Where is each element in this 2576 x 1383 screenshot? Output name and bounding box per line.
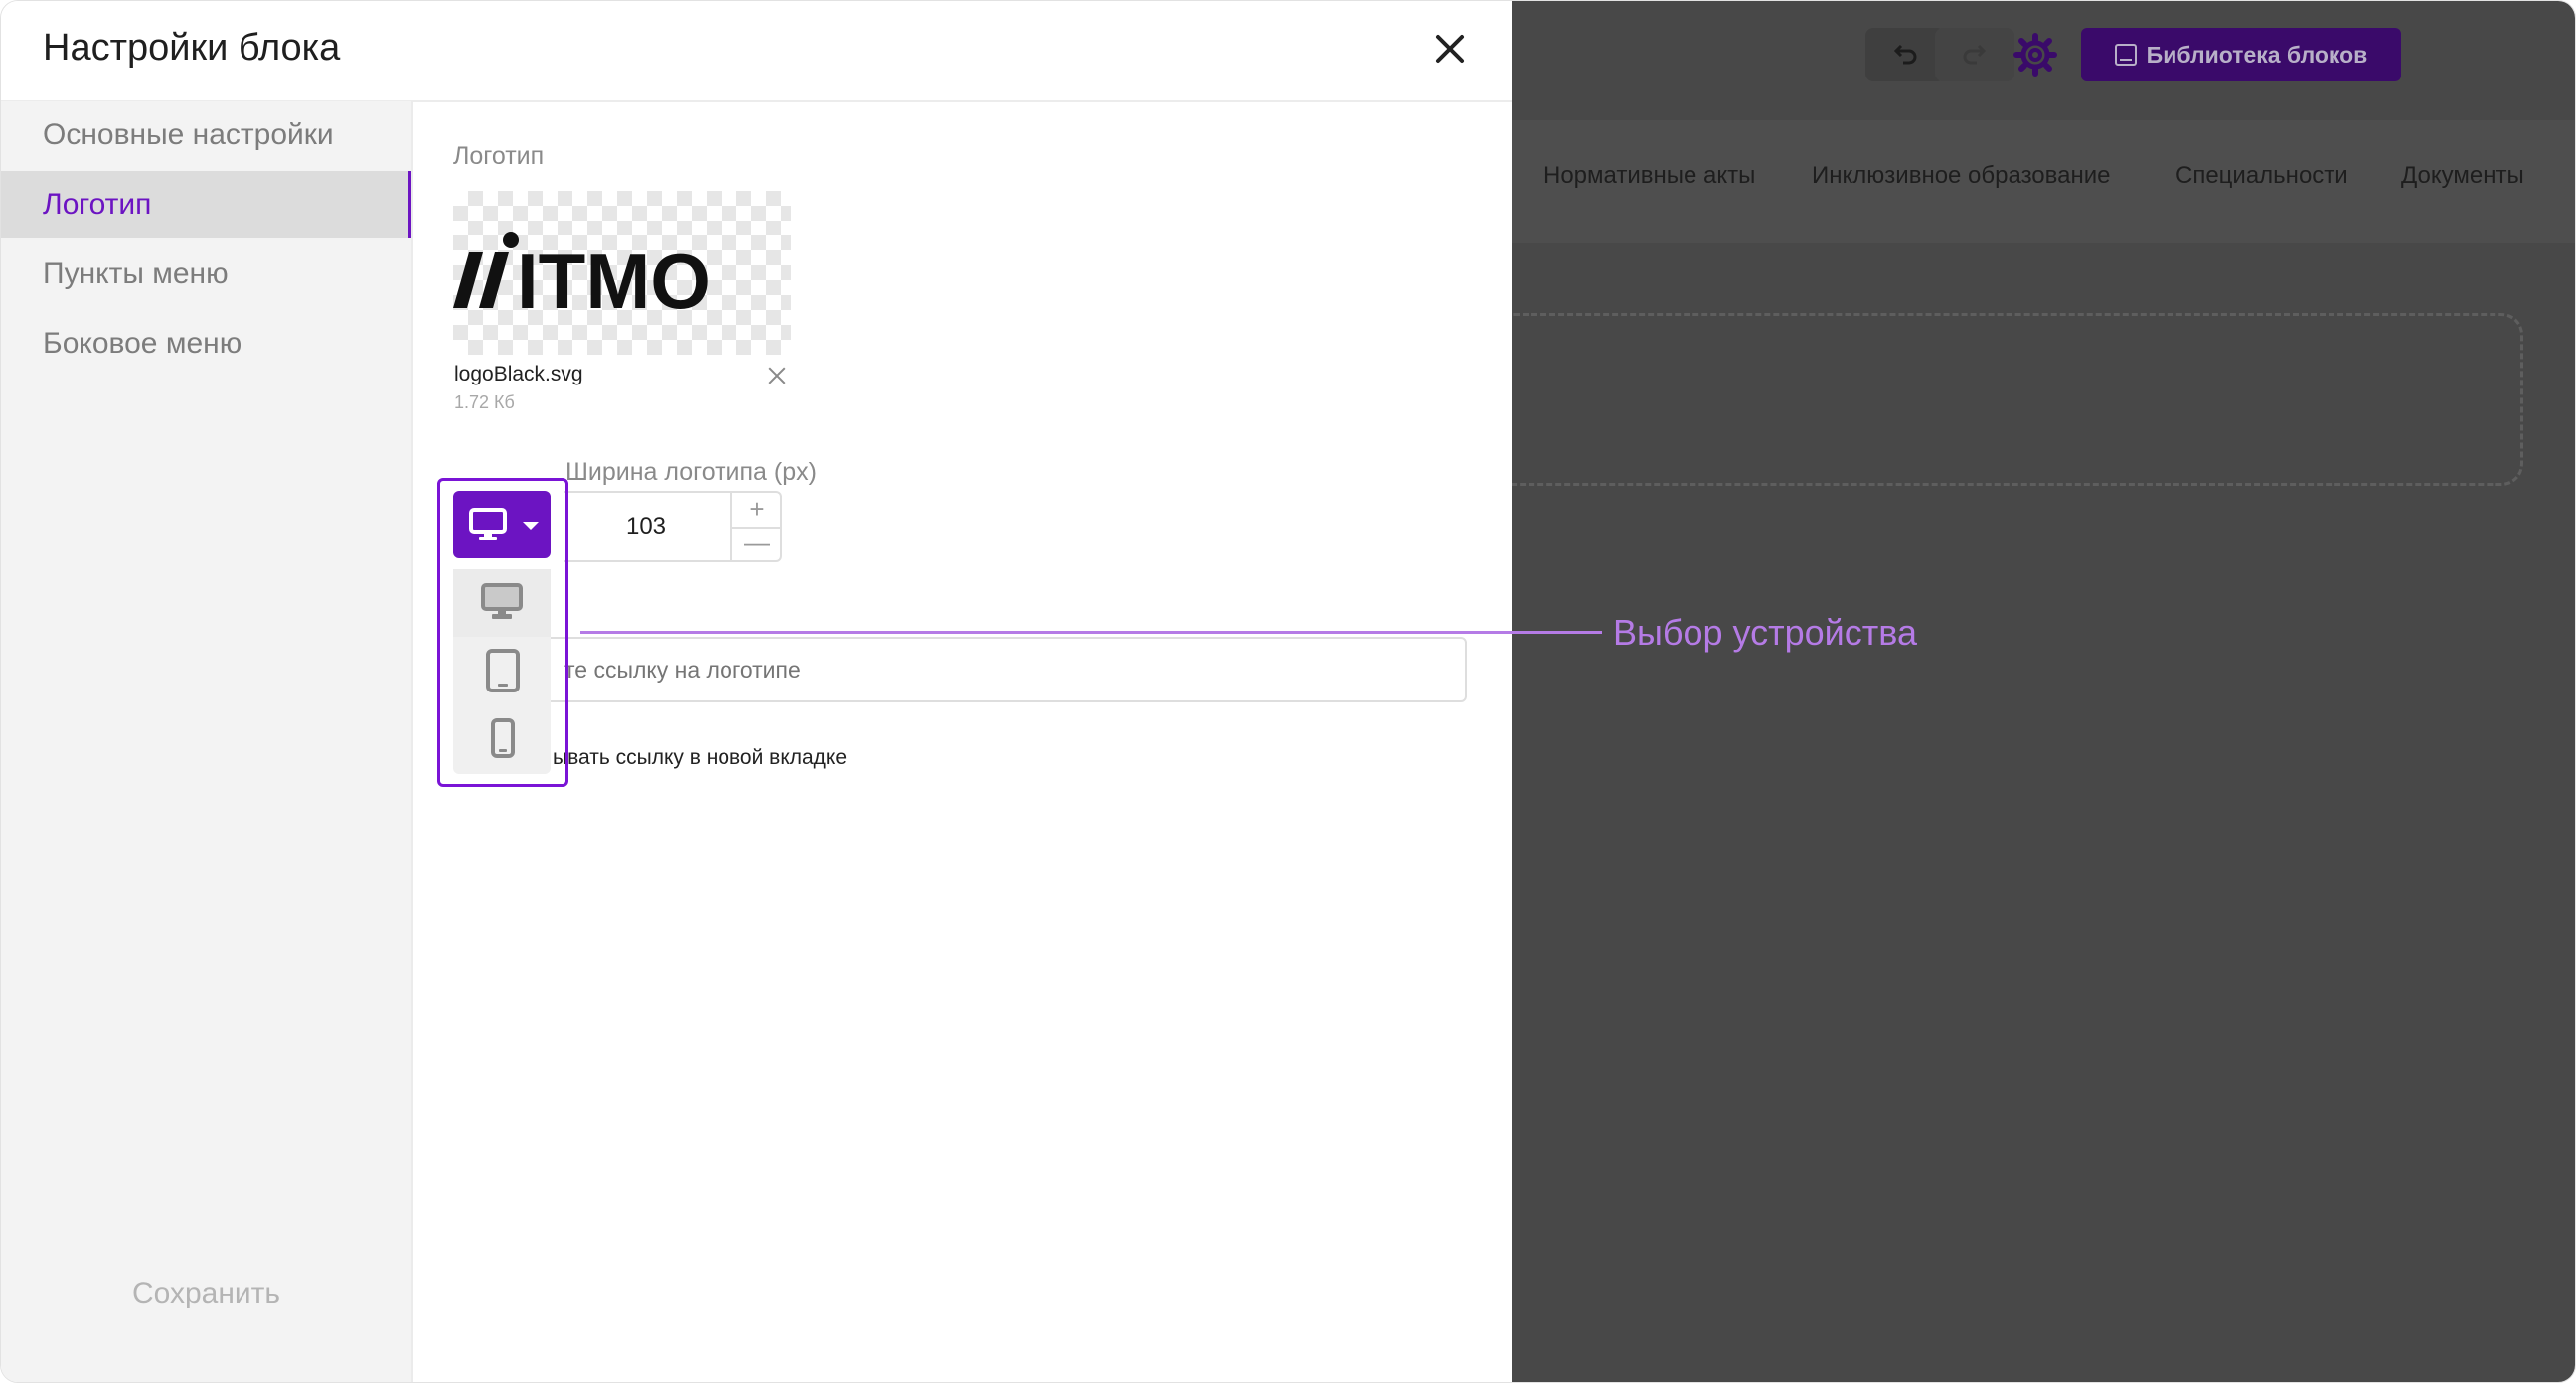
device-selector-button[interactable] xyxy=(453,491,551,558)
block-drop-zone xyxy=(1512,313,2523,486)
redo-button[interactable] xyxy=(1935,28,2014,81)
device-option-desktop[interactable] xyxy=(453,569,551,637)
logo-preview: ITMO xyxy=(453,191,791,355)
sidebar-item-basic-settings[interactable]: Основные настройки xyxy=(1,101,411,169)
device-option-mobile[interactable] xyxy=(453,704,551,772)
callout-label: Выбор устройства xyxy=(1613,612,1918,653)
undo-icon xyxy=(1893,44,1917,65)
device-option-tablet[interactable] xyxy=(453,637,551,704)
close-icon[interactable] xyxy=(1432,31,1468,67)
app-window: Библиотека блоков Нормативные акты Инклю… xyxy=(0,0,2576,1383)
increment-button[interactable]: + xyxy=(730,493,782,529)
monitor-icon xyxy=(481,583,523,619)
modal-header: Настройки блока xyxy=(1,1,1512,102)
logo-file-name: logoBlack.svg xyxy=(454,363,583,385)
redo-icon xyxy=(1963,44,1987,65)
logo-width-label: Ширина логотипа (px) xyxy=(565,458,817,486)
logo-file-size: 1.72 Кб xyxy=(454,392,515,412)
remove-file-icon[interactable] xyxy=(766,365,788,386)
modal-title: Настройки блока xyxy=(43,27,341,69)
svg-text:ITMO: ITMO xyxy=(517,237,711,315)
settings-sidebar: Основные настройки Логотип Пункты меню Б… xyxy=(1,101,413,1382)
device-dropdown-menu xyxy=(453,569,551,774)
logo-width-value[interactable]: 103 xyxy=(564,493,728,560)
nav-link-documents[interactable]: Документы xyxy=(2401,162,2524,190)
logo-section-label: Логотип xyxy=(453,142,545,170)
editor-background: Библиотека блоков Нормативные акты Инклю… xyxy=(1512,1,2575,1382)
block-settings-modal: Настройки блока Основные настройки Логот… xyxy=(1,1,1512,1382)
sidebar-item-side-menu[interactable]: Боковое меню xyxy=(1,310,411,378)
block-library-label: Библиотека блоков xyxy=(2146,41,2368,68)
block-library-button[interactable]: Библиотека блоков xyxy=(2081,28,2401,81)
nav-link-specialties[interactable]: Специальности xyxy=(2175,162,2348,190)
logo-link-input[interactable] xyxy=(453,637,1467,702)
nav-link-normative[interactable]: Нормативные акты xyxy=(1543,162,1755,190)
chevron-down-icon xyxy=(523,522,539,530)
phone-icon xyxy=(491,718,515,758)
decrement-button[interactable]: — xyxy=(730,527,782,560)
sidebar-item-menu-items[interactable]: Пункты меню xyxy=(1,240,411,308)
tablet-icon xyxy=(486,649,520,692)
logo-width-stepper[interactable]: 103 + — xyxy=(564,491,782,562)
undo-button[interactable] xyxy=(1865,28,1945,81)
nav-link-inclusive[interactable]: Инклюзивное образование xyxy=(1812,162,2111,190)
monitor-icon xyxy=(469,508,507,540)
sidebar-item-logo[interactable]: Логотип xyxy=(1,171,411,238)
book-icon xyxy=(2114,44,2137,66)
itmo-logo: ITMO xyxy=(453,232,711,315)
save-button[interactable]: Сохранить xyxy=(1,1277,411,1310)
gear-icon[interactable] xyxy=(2012,31,2059,78)
